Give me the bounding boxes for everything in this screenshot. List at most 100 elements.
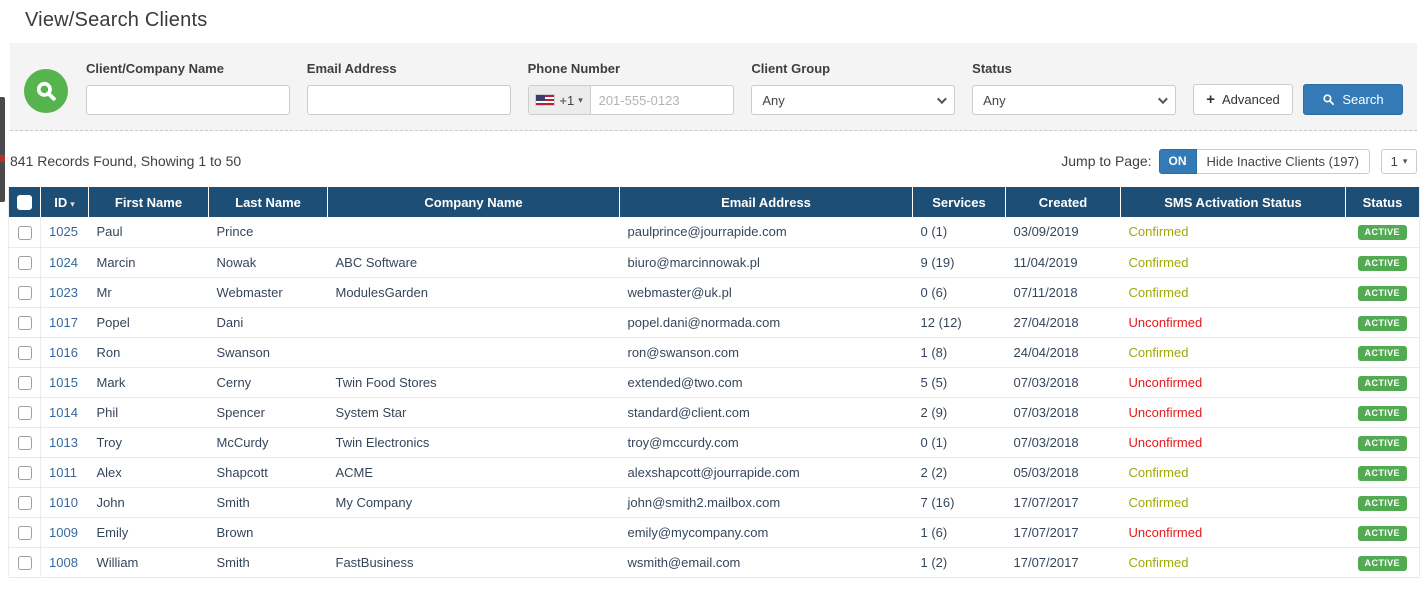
- email-input[interactable]: [307, 85, 511, 115]
- client-id-link[interactable]: 1024: [41, 247, 89, 277]
- services-cell: 0 (1): [913, 217, 1006, 247]
- row-checkbox[interactable]: [18, 286, 32, 300]
- client-id-link[interactable]: 1010: [41, 487, 89, 517]
- row-checkbox[interactable]: [18, 256, 32, 270]
- dial-code-selector[interactable]: +1 ▾: [529, 86, 591, 114]
- services-cell: 1 (8): [913, 337, 1006, 367]
- table-row[interactable]: 1015 Mark Cerny Twin Food Stores extende…: [9, 367, 1420, 397]
- first-name-cell: William: [89, 547, 209, 577]
- sms-activation-status-cell: Unconfirmed: [1121, 427, 1346, 457]
- email-cell: webmaster@uk.pl: [620, 277, 913, 307]
- column-header-id[interactable]: ID▾: [41, 187, 89, 217]
- row-checkbox[interactable]: [18, 556, 32, 570]
- client-id-link[interactable]: 1017: [41, 307, 89, 337]
- toggle-on-button[interactable]: ON: [1159, 149, 1197, 174]
- client-name-input[interactable]: [86, 85, 290, 115]
- table-row[interactable]: 1008 William Smith FastBusiness wsmith@e…: [9, 547, 1420, 577]
- status-badge: ACTIVE: [1358, 526, 1407, 541]
- status-badge: ACTIVE: [1358, 225, 1407, 240]
- last-name-cell: Swanson: [209, 337, 328, 367]
- collapsed-sidebar-handle[interactable]: [0, 97, 5, 202]
- email-field-group: Email Address: [307, 61, 511, 115]
- table-row[interactable]: 1025 Paul Prince paulprince@jourrapide.c…: [9, 217, 1420, 247]
- status-badge: ACTIVE: [1358, 256, 1407, 271]
- client-id-link[interactable]: 1025: [41, 217, 89, 247]
- jump-to-page-label: Jump to Page:: [1061, 153, 1151, 169]
- table-row[interactable]: 1023 Mr Webmaster ModulesGarden webmaste…: [9, 277, 1420, 307]
- chevron-down-icon: [937, 94, 947, 104]
- magnifier-icon: [33, 78, 59, 104]
- status-select[interactable]: Any: [972, 85, 1176, 115]
- row-checkbox-cell: [9, 247, 41, 277]
- created-cell: 17/07/2017: [1006, 487, 1121, 517]
- first-name-cell: Marcin: [89, 247, 209, 277]
- status-badge: ACTIVE: [1358, 496, 1407, 511]
- status-cell: ACTIVE: [1346, 367, 1420, 397]
- created-cell: 27/04/2018: [1006, 307, 1121, 337]
- table-row[interactable]: 1009 Emily Brown emily@mycompany.com 1 (…: [9, 517, 1420, 547]
- company-name-cell: [328, 337, 620, 367]
- row-checkbox[interactable]: [18, 316, 32, 330]
- client-id-link[interactable]: 1023: [41, 277, 89, 307]
- services-cell: 9 (19): [913, 247, 1006, 277]
- search-button-label: Search: [1342, 92, 1383, 107]
- client-id-link[interactable]: 1015: [41, 367, 89, 397]
- table-row[interactable]: 1017 Popel Dani popel.dani@normada.com 1…: [9, 307, 1420, 337]
- column-header-sms-activation[interactable]: SMS Activation Status: [1121, 187, 1346, 217]
- client-name-label: Client/Company Name: [86, 61, 290, 76]
- last-name-cell: Shapcott: [209, 457, 328, 487]
- hide-inactive-clients-button[interactable]: Hide Inactive Clients (197): [1197, 149, 1370, 174]
- client-id-link[interactable]: 1013: [41, 427, 89, 457]
- table-row[interactable]: 1013 Troy McCurdy Twin Electronics troy@…: [9, 427, 1420, 457]
- search-button[interactable]: Search: [1303, 84, 1403, 115]
- page-number-select[interactable]: 1 ▾: [1381, 149, 1417, 174]
- status-value: Any: [983, 93, 1005, 108]
- client-id-link[interactable]: 1009: [41, 517, 89, 547]
- client-group-select[interactable]: Any: [751, 85, 955, 115]
- status-badge: ACTIVE: [1358, 436, 1407, 451]
- email-cell: john@smith2.mailbox.com: [620, 487, 913, 517]
- advanced-button[interactable]: + Advanced: [1193, 84, 1293, 115]
- column-header-email[interactable]: Email Address: [620, 187, 913, 217]
- column-header-status[interactable]: Status: [1346, 187, 1420, 217]
- table-row[interactable]: 1010 John Smith My Company john@smith2.m…: [9, 487, 1420, 517]
- column-header-created[interactable]: Created: [1006, 187, 1121, 217]
- table-row[interactable]: 1014 Phil Spencer System Star standard@c…: [9, 397, 1420, 427]
- chevron-down-icon: [1158, 94, 1168, 104]
- row-checkbox-cell: [9, 547, 41, 577]
- column-header-services[interactable]: Services: [913, 187, 1006, 217]
- row-checkbox[interactable]: [18, 376, 32, 390]
- column-header-last-name[interactable]: Last Name: [209, 187, 328, 217]
- client-id-link[interactable]: 1011: [41, 457, 89, 487]
- row-checkbox[interactable]: [18, 496, 32, 510]
- row-checkbox[interactable]: [18, 226, 32, 240]
- created-cell: 24/04/2018: [1006, 337, 1121, 367]
- row-checkbox[interactable]: [18, 436, 32, 450]
- column-header-company-name[interactable]: Company Name: [328, 187, 620, 217]
- table-row[interactable]: 1024 Marcin Nowak ABC Software biuro@mar…: [9, 247, 1420, 277]
- client-id-link[interactable]: 1016: [41, 337, 89, 367]
- client-search-icon: [24, 69, 68, 113]
- status-badge: ACTIVE: [1358, 406, 1407, 421]
- column-header-first-name[interactable]: First Name: [89, 187, 209, 217]
- phone-label: Phone Number: [528, 61, 735, 76]
- created-cell: 11/04/2019: [1006, 247, 1121, 277]
- table-row[interactable]: 1011 Alex Shapcott ACME alexshapcott@jou…: [9, 457, 1420, 487]
- email-cell: popel.dani@normada.com: [620, 307, 913, 337]
- client-id-link[interactable]: 1014: [41, 397, 89, 427]
- us-flag-icon: [535, 94, 555, 106]
- sms-activation-status-cell: Confirmed: [1121, 457, 1346, 487]
- status-badge: ACTIVE: [1358, 376, 1407, 391]
- status-badge: ACTIVE: [1358, 286, 1407, 301]
- row-checkbox[interactable]: [18, 406, 32, 420]
- last-name-cell: Webmaster: [209, 277, 328, 307]
- table-row[interactable]: 1016 Ron Swanson ron@swanson.com 1 (8) 2…: [9, 337, 1420, 367]
- first-name-cell: Popel: [89, 307, 209, 337]
- select-all-checkbox[interactable]: [17, 195, 32, 210]
- client-id-link[interactable]: 1008: [41, 547, 89, 577]
- row-checkbox[interactable]: [18, 466, 32, 480]
- row-checkbox[interactable]: [18, 346, 32, 360]
- status-cell: ACTIVE: [1346, 427, 1420, 457]
- row-checkbox[interactable]: [18, 526, 32, 540]
- phone-input[interactable]: [591, 86, 734, 114]
